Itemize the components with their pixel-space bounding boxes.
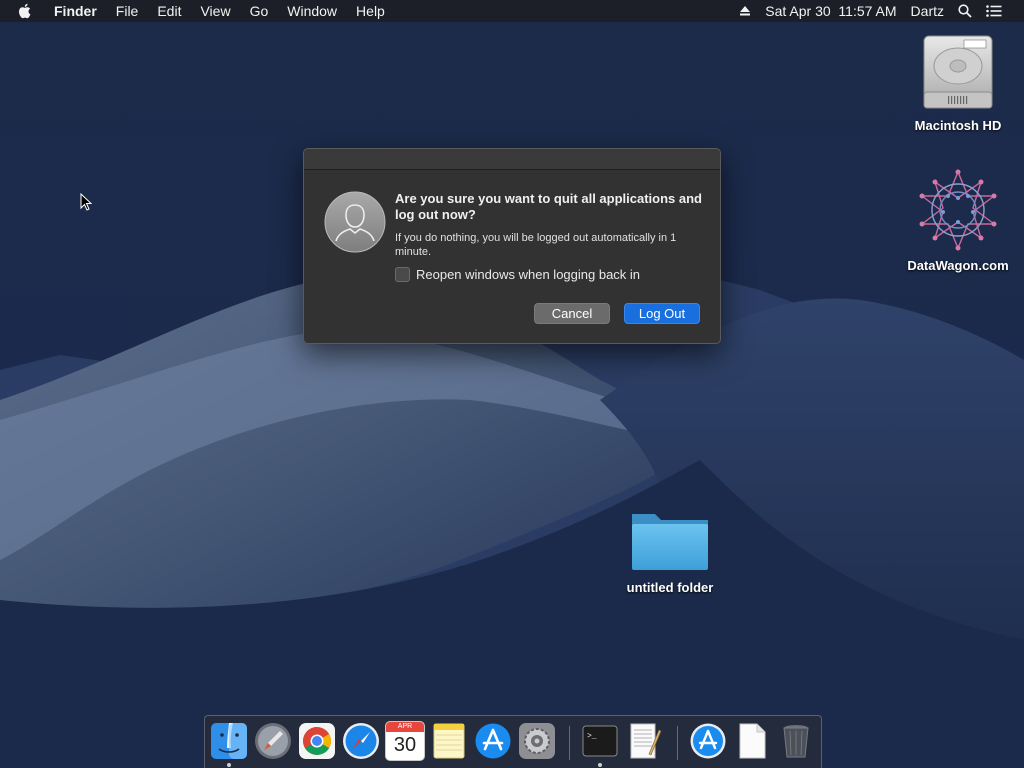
system-preferences-dock-icon[interactable] (518, 722, 556, 760)
reopen-windows-option[interactable]: Reopen windows when logging back in (395, 267, 640, 282)
user-avatar-icon (324, 191, 386, 253)
app-store-dock-icon[interactable] (474, 722, 512, 760)
textedit-dock-icon[interactable] (625, 722, 663, 760)
menu-clock[interactable]: Sat Apr 30 11:57 AM (765, 3, 896, 19)
notification-center-icon[interactable] (986, 5, 1002, 17)
reopen-windows-checkbox[interactable] (395, 267, 410, 282)
trash-dock-icon[interactable] (777, 722, 815, 760)
desktop-icon-datawagon[interactable]: DataWagon.com (902, 168, 1014, 273)
app-store-downloads-dock-icon[interactable] (689, 722, 727, 760)
menu-go[interactable]: Go (250, 3, 269, 19)
menu-app-name[interactable]: Finder (54, 3, 97, 19)
running-indicator (227, 763, 231, 767)
dialog-headline: Are you sure you want to quit all applic… (395, 191, 702, 222)
menu-window[interactable]: Window (287, 3, 337, 19)
desktop-icon-macintosh-hd[interactable]: Macintosh HD (902, 32, 1014, 133)
folder-icon (632, 514, 708, 570)
wallpaper (0, 0, 1024, 768)
calendar-month: APR (386, 722, 424, 732)
cancel-button[interactable]: Cancel (534, 303, 610, 324)
desktop-icon-label: DataWagon.com (907, 258, 1009, 273)
calendar-dock-icon[interactable]: APR 30 (386, 722, 424, 760)
eject-icon[interactable] (739, 5, 751, 17)
apple-menu-icon[interactable] (17, 0, 37, 22)
finder-dock-icon[interactable] (210, 722, 248, 760)
chrome-dock-icon[interactable] (298, 722, 336, 760)
safari-dock-icon[interactable] (342, 722, 380, 760)
reopen-windows-label[interactable]: Reopen windows when logging back in (416, 267, 640, 282)
desktop-icon-untitled-folder[interactable]: untitled folder (614, 506, 726, 595)
running-indicator (598, 763, 602, 767)
dialog-subtext: If you do nothing, you will be logged ou… (395, 232, 677, 258)
desktop-icon-label: Macintosh HD (914, 118, 1002, 133)
menu-help[interactable]: Help (356, 3, 385, 19)
document-dock-icon[interactable] (733, 722, 771, 760)
svg-text:>_: >_ (587, 732, 597, 741)
desktop: Finder File Edit View Go Window Help Sat… (0, 0, 1024, 768)
desktop-icon-label: untitled folder (626, 580, 714, 595)
calendar-day: 30 (393, 734, 417, 756)
dock: APR 30 >_ (204, 715, 822, 768)
terminal-dock-icon[interactable]: >_ (581, 722, 619, 760)
dock-separator (569, 726, 570, 760)
menu-view[interactable]: View (200, 3, 230, 19)
log-out-button[interactable]: Log Out (624, 303, 700, 324)
menu-edit[interactable]: Edit (157, 3, 181, 19)
dialog-titlebar[interactable] (304, 149, 720, 170)
menu-file[interactable]: File (116, 3, 139, 19)
mouse-cursor-icon (80, 193, 92, 211)
datawagon-logo-icon (919, 169, 997, 251)
launchpad-dock-icon[interactable] (254, 722, 292, 760)
notes-dock-icon[interactable] (430, 722, 468, 760)
dock-separator (677, 726, 678, 760)
logout-confirm-dialog: Are you sure you want to quit all applic… (303, 148, 721, 344)
hard-drive-icon (923, 35, 993, 109)
menu-bar: Finder File Edit View Go Window Help Sat… (0, 0, 1024, 22)
spotlight-search-icon[interactable] (958, 4, 972, 18)
menu-user[interactable]: Dartz (911, 3, 944, 19)
